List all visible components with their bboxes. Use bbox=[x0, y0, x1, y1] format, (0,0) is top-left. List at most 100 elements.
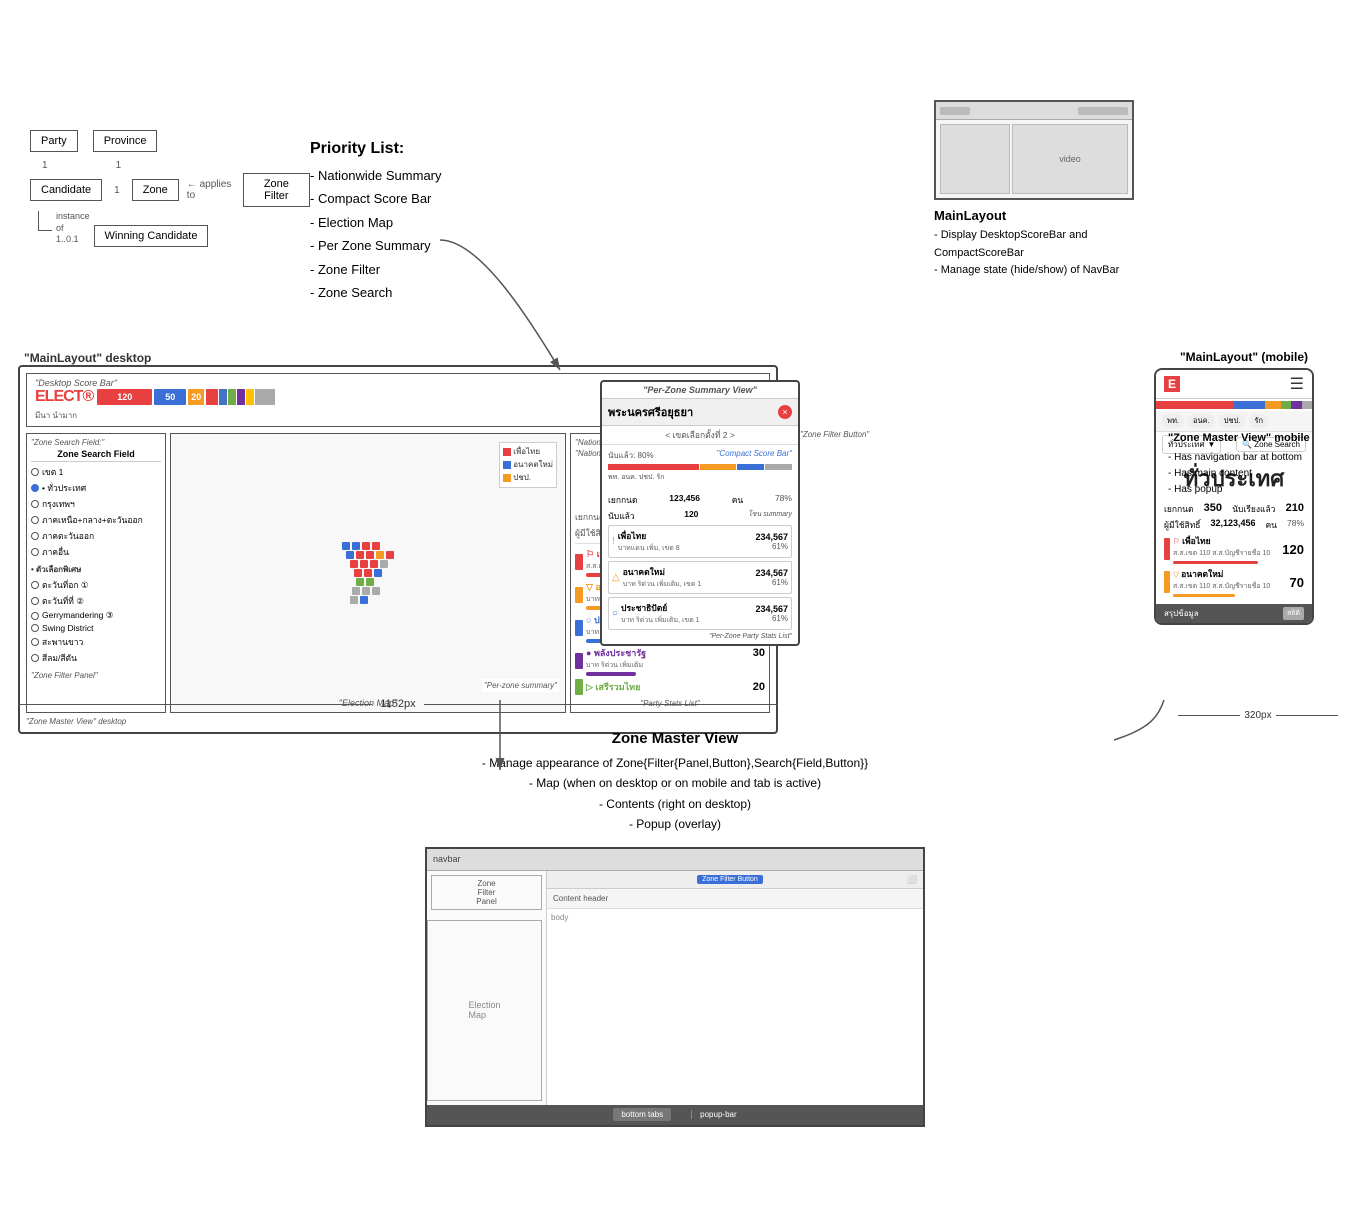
zone-section-header: • ตัวเลือกพิเศษ bbox=[31, 563, 161, 576]
pz-title: พระนครศรีอยุธยา bbox=[608, 403, 693, 421]
map-dot bbox=[354, 569, 362, 577]
mob-party-item-2: ▽ อนาคตใหม่ ส.ส.เขต 110 ส.ส.บัญชีรายชื่อ… bbox=[1164, 567, 1304, 597]
map-dot bbox=[356, 551, 364, 559]
party4-detail: บาท ริด่วน เพิ่มเติม bbox=[586, 660, 765, 671]
wf-top-bar-dot bbox=[940, 107, 970, 115]
zmv-footer: bottom tabs popup-bar bbox=[427, 1105, 923, 1125]
zmv-filter-box: ZoneFilterPanel bbox=[431, 875, 542, 910]
zone-item-6: ภาคอื่น bbox=[31, 545, 161, 559]
mob-bar-orange bbox=[1265, 401, 1281, 409]
zone-filter-panel-label: "Zone Filter Panel" bbox=[31, 671, 161, 680]
map-dot bbox=[352, 542, 360, 550]
map-dot bbox=[386, 551, 394, 559]
wf-right-panel: video bbox=[1012, 124, 1128, 194]
zone-item-4: ภาคเหนือ+กลาง+ตะวันออก bbox=[31, 513, 161, 527]
mob-nav-anc[interactable]: อนค. bbox=[1188, 414, 1215, 428]
zmv-wireframe: navbar ZoneFilterPanel ElectionMap Zone … bbox=[425, 847, 925, 1127]
map-dot bbox=[362, 542, 370, 550]
zmv-zone-filter-btn[interactable]: Zone Filter Button bbox=[697, 875, 763, 884]
pz-bar-orange bbox=[700, 464, 736, 470]
zmv-map-box: ElectionMap bbox=[427, 920, 542, 1101]
map-dot bbox=[350, 596, 358, 604]
mob-nav-pills: พท. อนค. ปชป. รัก bbox=[1156, 411, 1312, 432]
pz-header: พระนครศรีอยุธยา × bbox=[602, 399, 798, 426]
zone-item-s6: สีลม/สีตัน bbox=[31, 651, 161, 665]
radio-dot-s3 bbox=[31, 612, 39, 620]
score-block-blue: 50 bbox=[154, 389, 186, 405]
map-dot bbox=[370, 560, 378, 568]
mob-summary-button[interactable]: สถิติ bbox=[1283, 607, 1304, 620]
zmv-wf-header: navbar bbox=[427, 849, 923, 871]
pz-nav: < เขตเลือกตั้งที่ 2 > bbox=[602, 426, 798, 445]
radio-dot-2 bbox=[31, 484, 39, 492]
pz-bar-gray bbox=[765, 464, 792, 470]
ns-party-row-5: ▷ เสรีรวมไทย 20 bbox=[575, 679, 765, 695]
main-layout-wireframe: video bbox=[934, 100, 1134, 200]
mob-party-item-1: ⚐ เพื่อไทย ส.ส.เขต 110 ส.ส.บัญชีรายชื่อ … bbox=[1164, 534, 1304, 564]
zmv-wf-body: ZoneFilterPanel ElectionMap Zone Filter … bbox=[427, 871, 923, 1105]
radio-dot-s1 bbox=[31, 581, 39, 589]
sb-sm-yellow bbox=[246, 389, 254, 405]
sb-sm-gray bbox=[255, 389, 275, 405]
priority-list-items: Nationwide Summary Compact Score Bar Ele… bbox=[310, 164, 530, 304]
zmv-right-header: Zone Filter Button ⬜ bbox=[547, 871, 923, 889]
priority-item-3: Election Map bbox=[310, 211, 530, 234]
map-row-4 bbox=[354, 569, 394, 577]
main-layout-desc-text: - Display DesktopScoreBar and CompactSco… bbox=[934, 227, 1154, 280]
mobile-dimension-line: 320px bbox=[1178, 710, 1338, 721]
zone-item-s4: Swing District bbox=[31, 623, 161, 633]
zmv-popup-bar: popup-bar bbox=[691, 1110, 736, 1119]
map-dot bbox=[374, 569, 382, 577]
mob-bar-red bbox=[1156, 401, 1234, 409]
zmv-tab-bottom[interactable]: bottom tabs bbox=[613, 1108, 671, 1121]
mob-nav-pt[interactable]: พท. bbox=[1162, 414, 1184, 428]
party4-name-label: ● พลังประชารัฐ bbox=[586, 646, 646, 660]
map-dots-container bbox=[334, 534, 402, 612]
map-dot bbox=[380, 560, 388, 568]
mob-nav-pcp[interactable]: ปชป. bbox=[1219, 414, 1246, 428]
sb-sm-green bbox=[228, 389, 236, 405]
zmv-content-header: Content header bbox=[547, 889, 923, 909]
map-dot bbox=[372, 542, 380, 550]
mobile-view-desc: "Zone Master View" mobile - Has navigati… bbox=[1168, 430, 1338, 498]
zone-item-s2: ตะวันที่ที่ ② bbox=[31, 594, 161, 608]
party-color-red bbox=[575, 554, 583, 570]
pz-stat-row-2: นับแล้ว 120 โซน summary bbox=[608, 509, 792, 523]
mob-bar-gray bbox=[1302, 401, 1312, 409]
pz-party-item-2: △ อนาคตใหม่ บาท ริด่วน เพิ่มเติม, เขต 1 … bbox=[608, 561, 792, 594]
mob-bar-purple bbox=[1291, 401, 1301, 409]
pz-close-button[interactable]: × bbox=[778, 405, 792, 419]
sb-sm-red bbox=[206, 389, 218, 405]
pz-party-item-3: ○ ประชาธิปัตย์ บาท ริด่วน เพิ่มเติม, เขต… bbox=[608, 597, 792, 630]
mob-nav-rak[interactable]: รัก bbox=[1249, 414, 1268, 428]
mob-logo: E bbox=[1164, 376, 1180, 392]
pz-bar-red bbox=[608, 464, 699, 470]
elect-logo: ELECT® bbox=[35, 388, 93, 406]
score-bars: 120 50 20 bbox=[97, 389, 275, 405]
score-block-red: 120 bbox=[97, 389, 152, 405]
party4-score: 30 bbox=[753, 647, 765, 659]
mob-bar-blue bbox=[1234, 401, 1265, 409]
mob-header: E ☰ bbox=[1156, 370, 1312, 399]
pz-warn-icon: ! bbox=[612, 536, 615, 547]
zone-panel-title: Zone Search Field bbox=[31, 449, 161, 462]
pz-section-label: "Per-Zone Summary View" bbox=[602, 382, 798, 399]
map-dot bbox=[364, 569, 372, 577]
radio-dot-s4 bbox=[31, 624, 39, 632]
radio-dot-1 bbox=[31, 468, 39, 476]
zmv-right-panel: Zone Filter Button ⬜ Content header body bbox=[547, 871, 923, 1105]
zone-item-2: • ทั่วประเทศ bbox=[31, 481, 161, 495]
radio-dot-s2 bbox=[31, 597, 39, 605]
mob-hamburger-icon[interactable]: ☰ bbox=[1290, 374, 1304, 394]
zone-item-s1: ตะวันที่อก ① bbox=[31, 578, 161, 592]
zone-item-s5: สะพานขาว bbox=[31, 635, 161, 649]
wf-top-bar-dot2 bbox=[1078, 107, 1128, 115]
priority-list: Priority List: Nationwide Summary Compac… bbox=[310, 140, 530, 304]
priority-item-4: Per Zone Summary bbox=[310, 234, 530, 257]
map-dot bbox=[360, 560, 368, 568]
mobile-section-label: "MainLayout" (mobile) bbox=[1154, 350, 1334, 364]
zone-panel-label: "Zone Search Field:" bbox=[31, 438, 161, 447]
map-dot bbox=[366, 551, 374, 559]
wf-left-panel bbox=[940, 124, 1010, 194]
ns-party-row-4: ● พลังประชารัฐ 30 บาท ริด่วน เพิ่มเติม bbox=[575, 646, 765, 676]
